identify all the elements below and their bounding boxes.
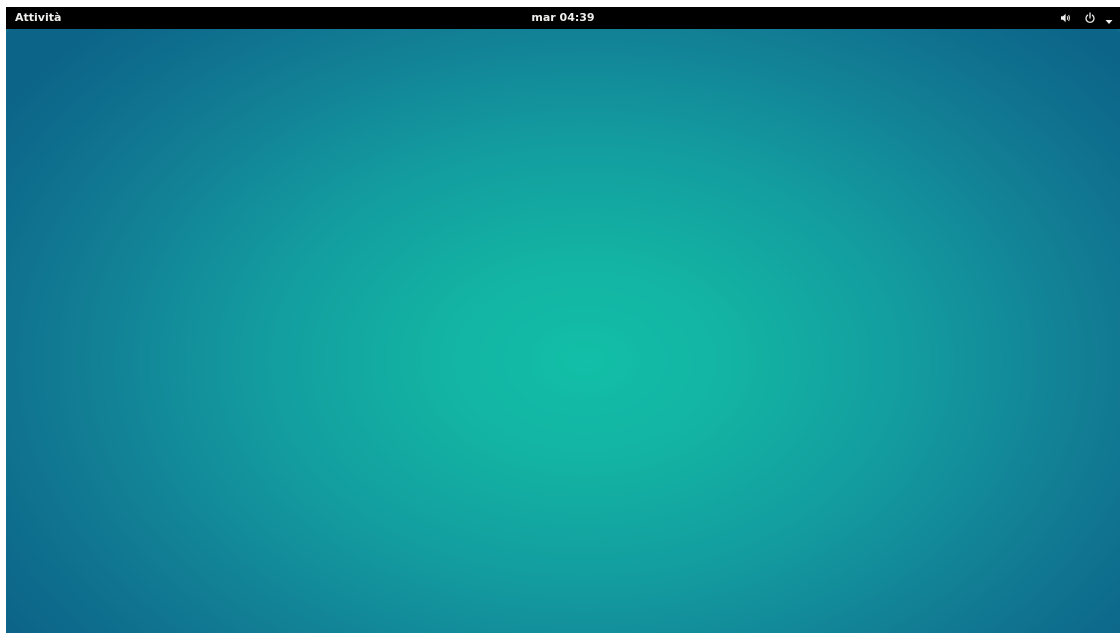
- volume-icon: [1060, 12, 1072, 27]
- activities-button[interactable]: Attività: [6, 7, 70, 29]
- system-menu-button[interactable]: [1054, 7, 1120, 29]
- clock-button[interactable]: mar 04:39: [513, 7, 613, 29]
- power-icon: [1084, 12, 1096, 27]
- dropdown-arrow-icon: [1105, 15, 1113, 28]
- desktop-wallpaper: [6, 29, 1120, 633]
- top-panel: Attività mar 04:39: [6, 7, 1120, 29]
- gnome-desktop: Attività mar 04:39: [6, 7, 1120, 633]
